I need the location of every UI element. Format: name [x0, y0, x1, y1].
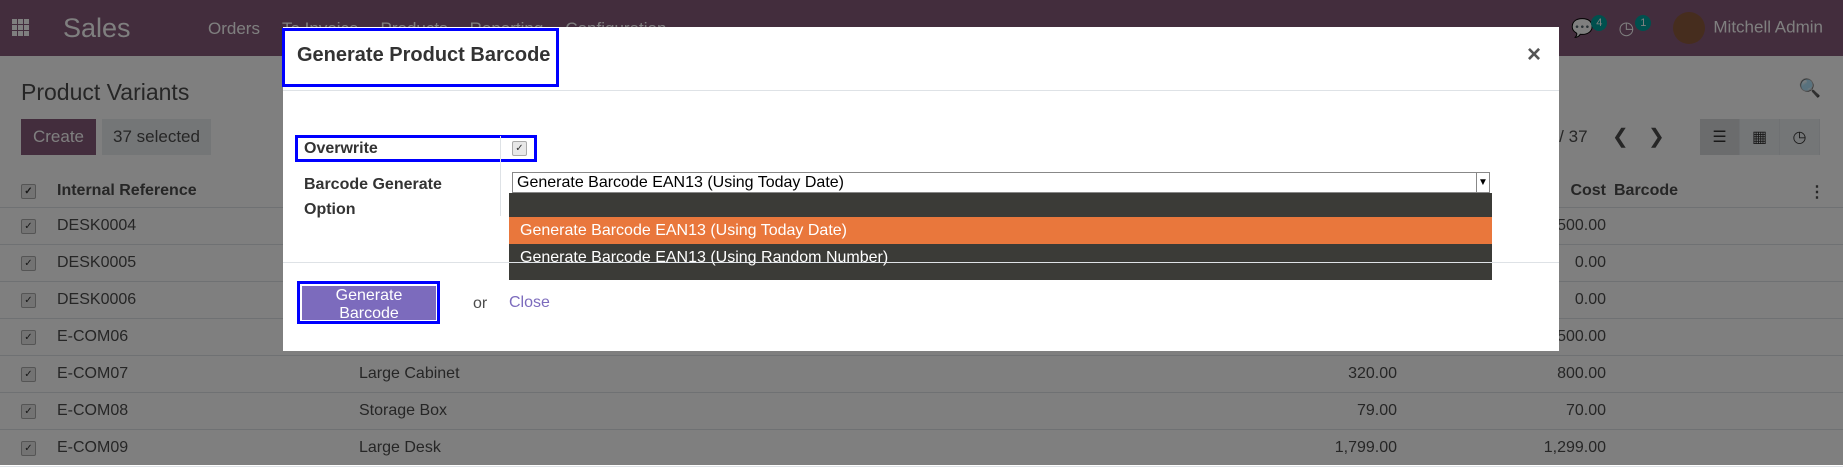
overwrite-label: Overwrite: [304, 140, 378, 157]
barcode-option-select[interactable]: Generate Barcode EAN13 (Using Today Date…: [512, 172, 1490, 193]
modal-footer: Generate Barcode or Close: [283, 262, 1559, 352]
select-value: Generate Barcode EAN13 (Using Today Date…: [517, 174, 844, 191]
or-text: or: [473, 295, 488, 312]
dropdown-arrow-icon[interactable]: ▼: [1476, 173, 1489, 192]
overwrite-checkbox[interactable]: ✓: [512, 141, 527, 156]
close-icon[interactable]: ×: [1527, 41, 1541, 69]
field-divider: [500, 136, 501, 216]
dropdown-option-today-date[interactable]: Generate Barcode EAN13 (Using Today Date…: [509, 217, 1492, 244]
modal-header: Generate Product Barcode ×: [282, 27, 1559, 91]
generate-barcode-dialog: Generate Product Barcode × Overwrite ✓ B…: [282, 27, 1559, 352]
barcode-option-label: Barcode Generate Option: [304, 176, 442, 218]
modal-body: Overwrite ✓ Barcode Generate Option Gene…: [283, 90, 1559, 280]
dropdown-option-empty[interactable]: [509, 193, 1492, 220]
close-link[interactable]: Close: [509, 294, 550, 312]
generate-barcode-button[interactable]: Generate Barcode: [302, 286, 436, 322]
modal-title: Generate Product Barcode: [297, 44, 551, 66]
